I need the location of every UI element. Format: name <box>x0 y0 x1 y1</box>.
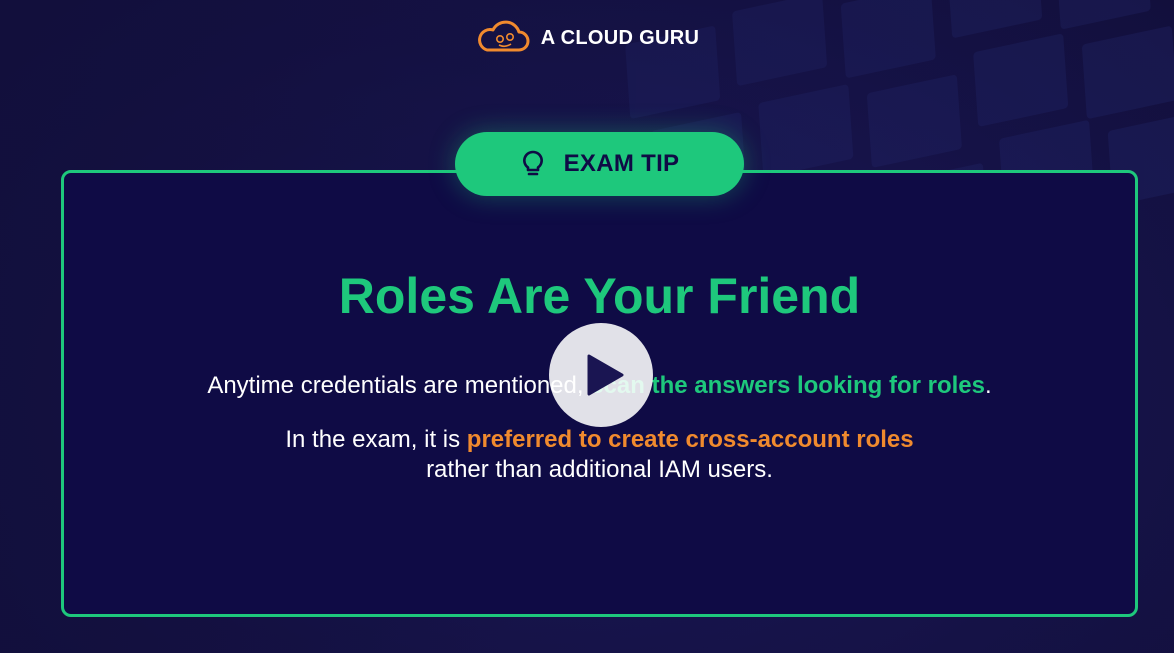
tip-paragraph-2: In the exam, it is preferred to create c… <box>61 425 1138 485</box>
tip-line-2-highlight: preferred to create cross-account roles <box>466 426 914 453</box>
cloud-logo-icon <box>477 20 530 52</box>
tip-line-2-prefix: In the exam, it is <box>285 426 467 453</box>
tip-line-3: rather than additional IAM users. <box>426 456 773 483</box>
exam-tip-label: EXAM TIP <box>563 150 680 177</box>
tip-heading: Roles Are Your Friend <box>338 268 861 324</box>
tip-line-1-prefix: Anytime credentials are mentioned, <box>207 372 591 399</box>
lightbulb-icon <box>522 150 543 176</box>
brand-name: A CLOUD GURU <box>540 26 700 49</box>
brand-header: A CLOUD GURU <box>0 20 1174 56</box>
exam-tip-badge: EXAM TIP <box>455 132 744 196</box>
video-frame: A CLOUD GURU EXAM TIP Roles Are Your Fri… <box>0 0 1174 653</box>
play-button[interactable] <box>549 323 653 427</box>
tip-line-1-suffix: . <box>984 372 992 399</box>
play-icon <box>587 354 624 396</box>
